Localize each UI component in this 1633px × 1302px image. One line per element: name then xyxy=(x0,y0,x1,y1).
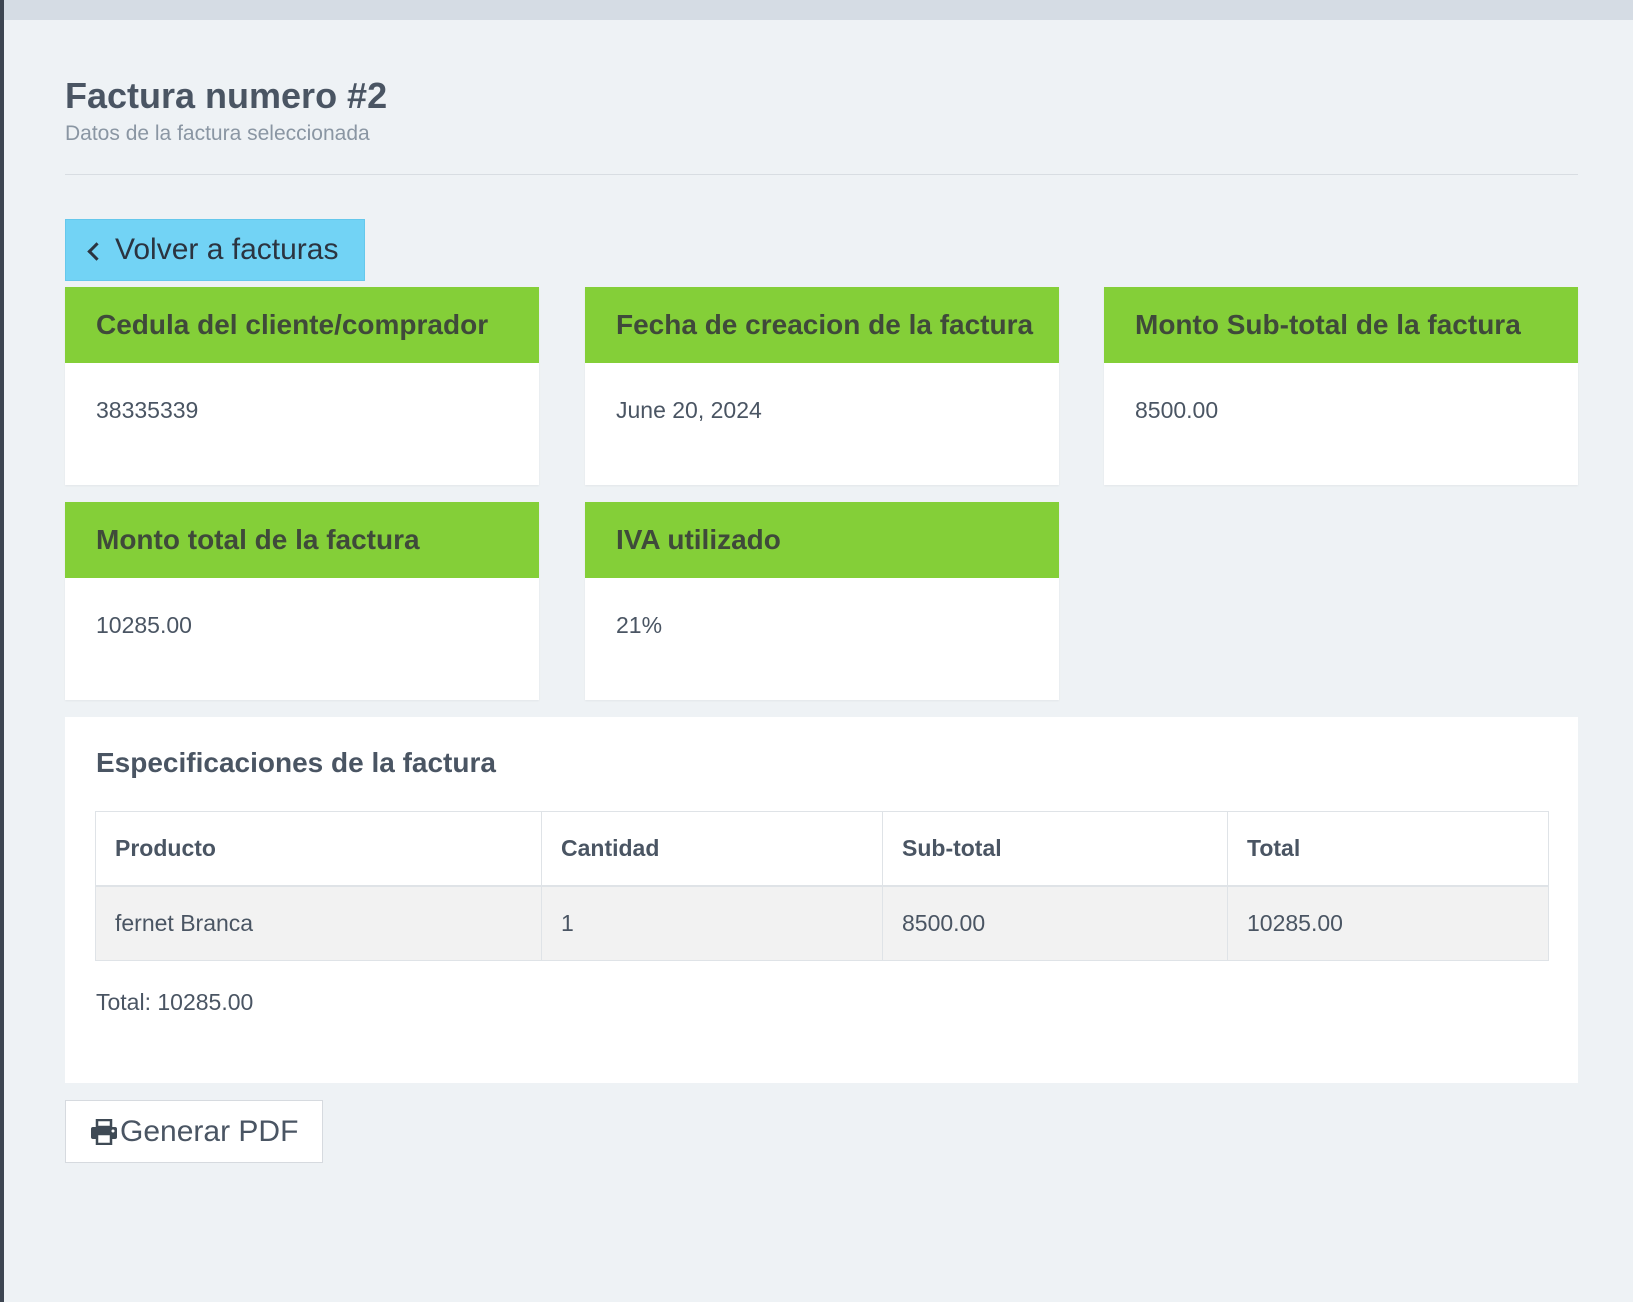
table-header-row: Producto Cantidad Sub-total Total xyxy=(95,811,1549,887)
column-header-subtotal: Sub-total xyxy=(882,811,1228,887)
card-total-title: Monto total de la factura xyxy=(65,502,539,578)
generate-pdf-label: Generar PDF xyxy=(120,1114,299,1148)
invoice-specs-panel: Especificaciones de la factura Producto … xyxy=(65,717,1578,1083)
column-header-product: Producto xyxy=(95,811,542,887)
page-title: Factura numero #2 xyxy=(65,75,388,116)
specs-table: Producto Cantidad Sub-total Total fernet… xyxy=(95,811,1549,961)
card-client-id-value: 38335339 xyxy=(96,397,199,423)
card-subtotal-title: Monto Sub-total de la factura xyxy=(1104,287,1578,363)
card-client-id: Cedula del cliente/comprador 38335339 xyxy=(65,287,539,485)
chevron-left-icon xyxy=(87,241,106,261)
card-subtotal: Monto Sub-total de la factura 8500.00 xyxy=(1104,287,1578,485)
cell-product: fernet Branca xyxy=(95,885,542,961)
top-bar xyxy=(4,0,1633,20)
generate-pdf-button[interactable]: Generar PDF xyxy=(65,1100,324,1163)
cell-quantity: 1 xyxy=(541,885,883,961)
specs-title: Especificaciones de la factura xyxy=(96,747,496,778)
card-creation-date-value: June 20, 2024 xyxy=(616,397,762,423)
cell-total: 10285.00 xyxy=(1227,885,1549,961)
card-creation-date: Fecha de creacion de la factura June 20,… xyxy=(585,287,1059,485)
card-creation-date-title: Fecha de creacion de la factura xyxy=(585,287,1059,363)
specs-total-text: Total: 10285.00 xyxy=(96,989,254,1015)
card-total-value: 10285.00 xyxy=(96,612,192,638)
table-row: fernet Branca 1 8500.00 10285.00 xyxy=(95,885,1549,961)
printer-icon xyxy=(91,1118,117,1145)
card-iva: IVA utilizado 21% xyxy=(585,502,1059,700)
window-left-edge xyxy=(0,0,4,1302)
column-header-total: Total xyxy=(1227,811,1549,887)
column-header-quantity: Cantidad xyxy=(541,811,883,887)
card-total: Monto total de la factura 10285.00 xyxy=(65,502,539,700)
card-subtotal-value: 8500.00 xyxy=(1135,397,1219,423)
page-subtitle: Datos de la factura seleccionada xyxy=(65,122,370,145)
back-to-invoices-button[interactable]: Volver a facturas xyxy=(65,219,366,281)
header-divider xyxy=(65,174,1578,175)
card-iva-value: 21% xyxy=(616,612,663,638)
back-button-label: Volver a facturas xyxy=(115,233,339,266)
cell-subtotal: 8500.00 xyxy=(882,885,1228,961)
invoice-page: Factura numero #2 Datos de la factura se… xyxy=(65,20,1578,1163)
card-client-id-title: Cedula del cliente/comprador xyxy=(65,287,539,363)
card-iva-title: IVA utilizado xyxy=(585,502,1059,578)
